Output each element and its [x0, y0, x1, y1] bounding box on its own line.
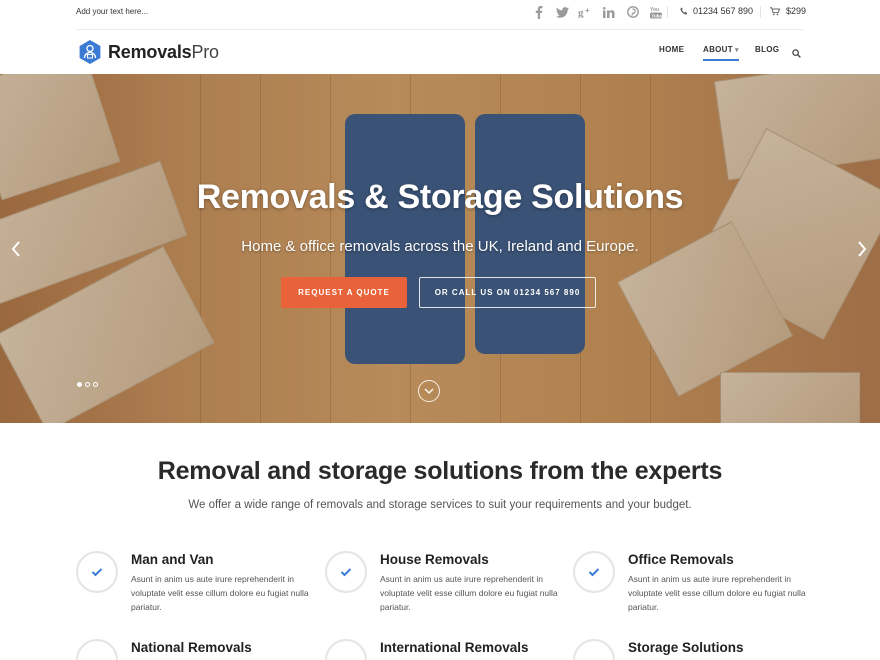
search-button[interactable] — [792, 45, 804, 58]
feature-description: Asunt in anim us aute irure reprehenderi… — [131, 574, 309, 612]
slider-dot[interactable] — [85, 382, 90, 387]
google-plus-icon[interactable]: g + — [574, 3, 598, 21]
tagline: Add your text here... — [76, 7, 149, 16]
check-circle — [573, 639, 615, 660]
chevron-down-icon: ▾ — [734, 47, 739, 54]
phone-link[interactable]: 01234 567 890 — [680, 6, 753, 16]
cart-total: $299 — [786, 6, 807, 16]
top-bar: Add your text here... g + You Tube 01234 5… — [0, 0, 880, 28]
feature-title: Office Removals — [628, 552, 734, 567]
feature-item: Office Removals Asunt in anim us aute ir… — [573, 551, 806, 631]
slider-dot[interactable] — [93, 382, 98, 387]
search-icon — [792, 49, 801, 58]
divider — [667, 6, 668, 18]
twitter-icon[interactable] — [551, 3, 575, 21]
facebook-icon[interactable] — [527, 3, 551, 21]
check-icon — [91, 568, 103, 577]
hero-subtitle: Home & office removals across the UK, Ir… — [241, 238, 639, 255]
feature-title: Storage Solutions — [628, 640, 744, 655]
divider — [760, 6, 761, 18]
check-icon — [340, 568, 352, 577]
nav-home[interactable]: HOME — [659, 45, 684, 54]
social-links: g + You Tube — [527, 3, 668, 21]
site-header: RemovalsPro HOME ABOUT ▾ BLOG — [0, 30, 880, 74]
check-circle — [325, 551, 367, 593]
chevron-left-icon — [11, 241, 20, 257]
feature-item: Man and Van Asunt in anim us aute irure … — [76, 551, 309, 631]
section-subtitle: We offer a wide range of removals and st… — [188, 499, 692, 511]
check-circle — [76, 551, 118, 593]
feature-item: House Removals Asunt in anim us aute iru… — [325, 551, 558, 631]
hero-title: Removals & Storage Solutions — [196, 178, 684, 216]
cart-icon — [770, 6, 780, 15]
svg-text:g: g — [578, 7, 584, 18]
call-us-button[interactable]: OR CALL US ON 01234 567 890 — [419, 277, 596, 308]
nav-about-label: ABOUT — [703, 45, 733, 54]
cart-link[interactable]: $299 — [770, 6, 806, 16]
section-title: Removal and storage solutions from the e… — [157, 457, 723, 485]
hero-slider: Removals & Storage Solutions Home & offi… — [0, 74, 880, 423]
pinterest-icon[interactable] — [621, 3, 645, 21]
main-nav: HOME ABOUT ▾ BLOG — [0, 45, 880, 65]
feature-title: House Removals — [380, 552, 489, 567]
feature-description: Asunt in anim us aute irure reprehenderi… — [628, 574, 806, 612]
feature-item: International Removals — [325, 639, 555, 660]
feature-item: National Removals — [76, 639, 306, 660]
feature-title: National Removals — [131, 640, 252, 655]
scroll-down-button[interactable] — [418, 380, 440, 402]
request-quote-button[interactable]: REQUEST A QUOTE — [281, 277, 407, 308]
feature-title: Man and Van — [131, 552, 214, 567]
slider-prev-button[interactable] — [8, 239, 24, 259]
nav-about[interactable]: ABOUT ▾ — [703, 45, 739, 61]
phone-number: 01234 567 890 — [693, 6, 754, 16]
chevron-down-icon — [424, 388, 434, 394]
check-icon — [588, 568, 600, 577]
svg-text:Tube: Tube — [652, 13, 663, 18]
feature-item: Storage Solutions — [573, 639, 803, 660]
slider-next-button[interactable] — [854, 239, 870, 259]
svg-text:+: + — [585, 6, 590, 15]
svg-text:You: You — [650, 7, 659, 13]
check-circle — [325, 639, 367, 660]
feature-description: Asunt in anim us aute irure reprehenderi… — [380, 574, 558, 612]
check-circle — [573, 551, 615, 593]
slider-dot[interactable] — [77, 382, 82, 387]
linkedin-icon[interactable] — [598, 3, 622, 21]
slider-pagination — [77, 382, 98, 387]
nav-blog[interactable]: BLOG — [755, 45, 779, 54]
phone-icon — [680, 7, 688, 15]
check-circle — [76, 639, 118, 660]
feature-title: International Removals — [380, 640, 529, 655]
chevron-right-icon — [858, 241, 867, 257]
youtube-icon[interactable]: You Tube — [645, 3, 669, 21]
